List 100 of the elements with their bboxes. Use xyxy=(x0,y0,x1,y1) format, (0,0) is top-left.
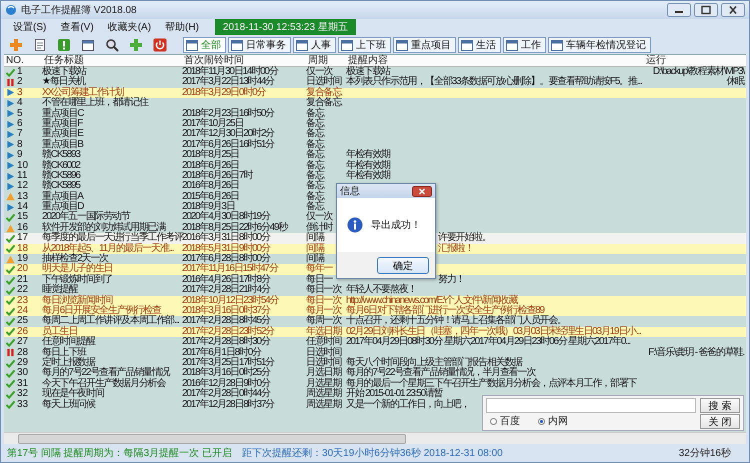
table-cell-text: 年检有效期 xyxy=(346,150,390,160)
power-icon[interactable] xyxy=(153,38,167,52)
table-cell: 年检有效期 xyxy=(346,160,390,171)
table-cell: 4 xyxy=(17,98,23,109)
filter-tab[interactable]: 人事 xyxy=(293,36,336,52)
filter-tab[interactable]: 重点项目 xyxy=(393,36,456,52)
table-cell-text: 2017年6月26日16时51分 xyxy=(182,140,274,150)
status-text: 第17号 间隔 提醒周期为：每隔3月提醒一次 已开启 xyxy=(7,446,232,460)
table-cell-text: 6 xyxy=(17,118,23,129)
column-header[interactable]: 首次闹铃时间 xyxy=(182,55,306,66)
table-cell-text: 2016年4月26日17时8分 xyxy=(182,274,270,285)
table-cell: 2017年12月28日8时37分 xyxy=(182,400,274,410)
table-cell: 年检有效期 xyxy=(346,170,390,182)
ok-button[interactable]: 确定 xyxy=(377,256,429,274)
table-cell: 2 xyxy=(17,77,23,88)
column-header[interactable]: 运行 xyxy=(644,55,746,66)
table-cell-text: 重点项目F xyxy=(42,118,82,129)
filter-tab[interactable]: 全部 xyxy=(183,36,226,52)
table-cell-text: 间隔 xyxy=(306,244,324,254)
table-cell: 2018年2月23日16时50分 xyxy=(182,108,274,119)
horizontal-scrollbar[interactable] xyxy=(4,432,746,444)
table-cell: 重点项目C xyxy=(42,108,84,119)
table-cell: 9 xyxy=(17,150,23,161)
table-cell-text: 赣CK5896 xyxy=(42,170,80,181)
table-cell: 30 xyxy=(17,368,28,379)
table-cell-text: 间隔 xyxy=(306,233,324,244)
calendar-icon xyxy=(341,38,353,50)
table-cell-text: 赣CK5895 xyxy=(42,181,80,192)
close-button[interactable]: 关 闭 xyxy=(700,414,740,428)
close-button[interactable] xyxy=(412,186,432,196)
table-cell-text: 任意时间 xyxy=(306,337,342,348)
table-cell-text: ★每日关机 xyxy=(42,77,85,88)
table-cell-text: 年选日期 xyxy=(306,326,342,337)
table-cell-text: 31 xyxy=(17,378,28,389)
table-cell: 17 xyxy=(17,233,28,244)
table-cell-text: 现在是午夜时间 xyxy=(42,389,104,400)
table-cell-text: 月选日期 xyxy=(306,368,342,378)
engine-radio[interactable]: 内网 xyxy=(538,414,568,428)
table-cell: 20 xyxy=(17,264,28,275)
table-cell: 7 xyxy=(17,129,23,140)
menu-item[interactable]: 查看(V) xyxy=(60,20,94,34)
table-cell: 汇报啦！ xyxy=(438,244,474,254)
table-cell-text: 备忘 xyxy=(306,150,324,160)
table-cell-text: 2018年3月16日0时37分 xyxy=(182,306,270,316)
table-cell: 5 xyxy=(17,108,23,119)
table-cell-text: 不管在哪里上班，都请记住 xyxy=(42,98,148,108)
minimize-button[interactable] xyxy=(667,3,691,17)
menu-item[interactable]: 帮助(H) xyxy=(165,20,199,34)
search-icon[interactable] xyxy=(105,38,119,52)
table-cell: 又是一个新的工作日，向上吧， xyxy=(346,400,470,410)
warning-icon xyxy=(6,192,15,202)
pause-icon xyxy=(6,78,15,88)
table-cell: 12 xyxy=(17,181,28,192)
calendar-icon xyxy=(461,38,473,50)
scrollbar-thumb[interactable] xyxy=(18,434,406,444)
table-cell: 32 xyxy=(17,389,28,400)
table-cell-text: 每月6日对下辖各部门进行一次安全生产例行检查89 xyxy=(346,306,544,316)
filter-tab[interactable]: 上下班 xyxy=(338,36,391,52)
alert-icon[interactable] xyxy=(57,38,71,52)
search-button[interactable]: 搜 索 xyxy=(700,398,740,412)
table-cell-text: 许要开始啦。 xyxy=(438,233,491,244)
table-cell-text: 18 xyxy=(17,244,28,254)
table-cell: 22 xyxy=(17,285,28,296)
status-text: 32分钟16秒 xyxy=(678,446,732,460)
table-cell: 2018年9月3日 xyxy=(182,202,235,212)
menu-item[interactable]: 设置(S) xyxy=(13,20,46,34)
table-cell-text: 24 xyxy=(17,306,28,316)
menu-item[interactable]: 收藏夹(A) xyxy=(108,20,152,34)
table-cell-text: 8 xyxy=(17,140,23,150)
column-header[interactable]: 任务标题 xyxy=(42,55,182,66)
table-cell-text: 十点召开，还剩十五分钟！请马上召集各部门人员开会。 xyxy=(346,316,566,326)
table-cell: 努力！ xyxy=(438,274,464,286)
table-cell: 10 xyxy=(17,160,28,171)
check-icon xyxy=(6,68,15,77)
search-field[interactable] xyxy=(486,398,696,412)
table-cell: http://www.chinanews.com/E:\个人文件\新闻收藏 xyxy=(346,296,518,306)
table-cell-text: 2017年3月22日13时44分 xyxy=(182,77,274,88)
close-button[interactable] xyxy=(721,3,745,17)
table-cell-text: 每月6日开展安全生产例行检查 xyxy=(42,306,161,316)
filter-tab[interactable]: 日常事务 xyxy=(228,36,291,52)
table-cell-text: 29 xyxy=(17,358,28,368)
table-cell-text: 每天八个时间段向上级主管部门报告相关数据 xyxy=(346,358,522,368)
table-cell-text: 2015年6月26日 xyxy=(182,192,239,202)
column-header[interactable]: NO. xyxy=(4,55,42,66)
calendar-icon xyxy=(296,38,308,50)
table-cell-text: 赣CK5893 xyxy=(42,150,80,160)
table-cell-text: 2018年3月16日0时25分 xyxy=(182,368,270,378)
calendar-icon[interactable] xyxy=(81,38,95,52)
table-cell: 备忘 xyxy=(306,108,324,119)
engine-radio[interactable]: 百度 xyxy=(490,414,520,428)
document-icon[interactable] xyxy=(33,38,47,52)
column-header[interactable]: 周期 xyxy=(306,55,346,66)
filter-tab[interactable]: 生活 xyxy=(458,36,501,52)
filter-tab[interactable]: 车辆年检情况登记 xyxy=(548,36,651,52)
table-cell-text: 极速下载站 xyxy=(42,67,86,77)
column-header[interactable]: 提醒内容 xyxy=(346,55,644,66)
filter-tab[interactable]: 工作 xyxy=(503,36,546,52)
table-cell-text: 定时上报数据 xyxy=(42,358,95,368)
table-cell: 2018年3月29日0时0分 xyxy=(182,88,266,98)
maximize-button[interactable] xyxy=(694,3,718,17)
